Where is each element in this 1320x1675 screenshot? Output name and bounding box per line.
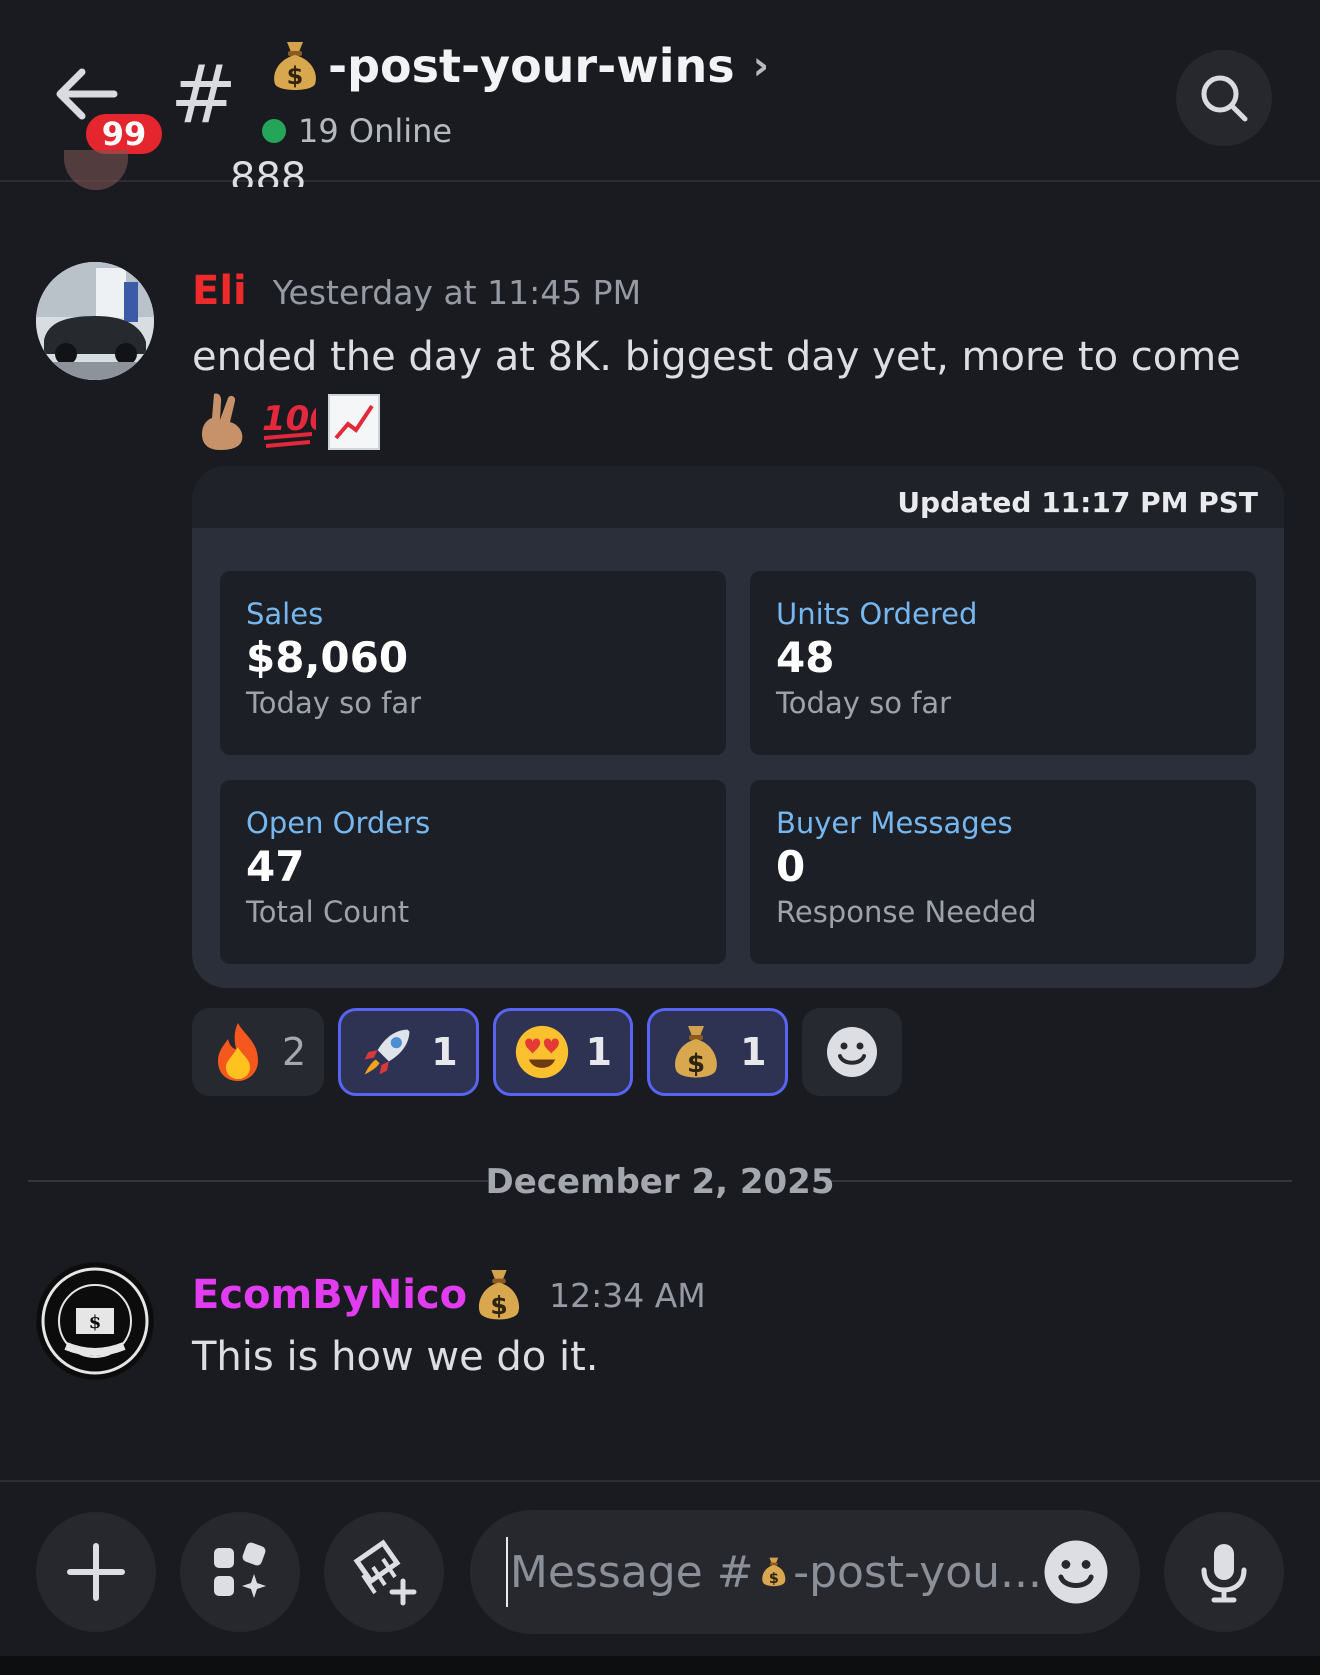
stat-tile-sales: Sales $8,060 Today so far — [220, 571, 726, 755]
attach-button[interactable] — [36, 1512, 156, 1632]
apps-icon — [214, 1542, 266, 1598]
username-ecombynico[interactable]: EcomByNico — [192, 1272, 467, 1318]
stats-embed-card: Updated 11:17 PM PST Sales $8,060 Today … — [192, 466, 1284, 988]
search-icon — [1201, 75, 1248, 122]
previous-avatar — [64, 150, 128, 190]
reactions-row: 2 1 1 $ 1 — [192, 1008, 902, 1096]
smiley-icon — [826, 1027, 877, 1077]
voice-message-button[interactable] — [1164, 1512, 1284, 1632]
stat-sub: Today so far — [246, 686, 422, 720]
plus-icon — [67, 1543, 125, 1601]
previous-message-text: 888 — [230, 155, 307, 187]
stat-value: 0 — [776, 842, 806, 891]
reaction-fire[interactable]: 2 — [192, 1008, 325, 1096]
channel-title[interactable]: $ -post-your-wins › — [270, 38, 769, 94]
gift-effects-button[interactable] — [324, 1512, 444, 1632]
avatar-eli[interactable] — [36, 262, 154, 380]
stat-sub: Response Needed — [776, 895, 1037, 929]
reaction-count: 2 — [282, 1030, 307, 1074]
heart-eyes-icon — [514, 1024, 570, 1080]
chart-increasing-icon — [328, 394, 380, 450]
message-input[interactable]: Message # $ -post-you... — [470, 1510, 1140, 1634]
chevron-right-icon: › — [752, 43, 770, 89]
message-timestamp: Yesterday at 11:45 PM — [272, 273, 642, 312]
system-nav-strip — [0, 1656, 1320, 1675]
date-divider: December 2, 2025 — [485, 1162, 835, 1202]
text-caret — [506, 1537, 508, 1607]
search-button[interactable] — [1176, 50, 1272, 146]
message-timestamp: 12:34 AM — [549, 1275, 706, 1315]
reaction-count: 1 — [585, 1030, 613, 1074]
svg-text:$: $ — [490, 1291, 507, 1320]
hundred-points-icon: 100 — [262, 399, 316, 448]
ecom-hustlers-logo: $ — [37, 1263, 153, 1379]
svg-text:$: $ — [768, 1571, 778, 1587]
message-placeholder: Message # $ -post-you... — [506, 1537, 1042, 1607]
message-header-ecombynico: EcomByNico $ 12:34 AM — [192, 1266, 706, 1324]
card-updated-text: Updated 11:17 PM PST — [897, 486, 1258, 519]
reaction-count: 1 — [431, 1030, 458, 1074]
reaction-heart-eyes[interactable]: 1 — [492, 1008, 634, 1096]
microphone-icon — [1201, 1544, 1247, 1603]
stat-value: 48 — [776, 633, 835, 682]
message-header-eli: Eli Yesterday at 11:45 PM — [192, 268, 641, 314]
money-bag-icon: $ — [274, 42, 316, 90]
stat-label: Sales — [246, 597, 324, 631]
reaction-rocket[interactable]: 1 — [338, 1008, 479, 1096]
reaction-count: 1 — [740, 1030, 767, 1074]
avatar-ecombynico[interactable]: $ — [36, 1262, 154, 1380]
svg-text:$: $ — [89, 1312, 102, 1333]
online-status: 19 Online — [262, 112, 452, 150]
stat-value: $8,060 — [246, 633, 409, 682]
online-dot-icon — [262, 119, 286, 143]
message-text-ecombynico: This is how we do it. — [192, 1334, 599, 1380]
stat-sub: Today so far — [776, 686, 952, 720]
emoji-line: 100 — [194, 390, 382, 452]
sticker-plus-icon — [353, 1539, 417, 1606]
reaction-money-bag[interactable]: $ 1 — [647, 1008, 788, 1096]
stat-tile-open-orders: Open Orders 47 Total Count — [220, 780, 726, 964]
channel-name: -post-your-wins — [328, 39, 735, 93]
stat-label: Open Orders — [246, 806, 431, 840]
svg-text:$: $ — [287, 62, 304, 90]
stat-label: Units Ordered — [776, 597, 978, 631]
hash-icon: # — [170, 48, 238, 141]
crossed-fingers-icon — [202, 393, 243, 450]
fire-icon — [210, 1023, 266, 1081]
username-eli[interactable]: Eli — [192, 268, 247, 314]
add-reaction-button[interactable] — [801, 1008, 902, 1096]
svg-text:$: $ — [687, 1049, 705, 1079]
channel-header: 99 # $ -post-your-wins › 19 Online — [0, 0, 1320, 182]
apps-button[interactable] — [180, 1512, 300, 1632]
stat-label: Buyer Messages — [776, 806, 1013, 840]
car-avatar-image — [36, 262, 154, 380]
stat-sub: Total Count — [246, 895, 410, 929]
stat-value: 47 — [246, 842, 305, 891]
message-text-eli: ended the day at 8K. biggest day yet, mo… — [192, 334, 1241, 380]
money-bag-icon: $ — [668, 1024, 724, 1080]
stat-tile-buyer-messages: Buyer Messages 0 Response Needed — [750, 780, 1256, 964]
rocket-icon — [359, 1024, 415, 1080]
money-bag-icon: $ — [479, 1270, 520, 1320]
online-count: 19 Online — [298, 112, 453, 150]
placeholder-suffix: -post-you... — [793, 1546, 1042, 1598]
money-bag-icon: $ — [761, 1557, 785, 1587]
emoji-picker-icon[interactable] — [1042, 1538, 1110, 1606]
stat-tile-units-ordered: Units Ordered 48 Today so far — [750, 571, 1256, 755]
placeholder-prefix: Message # — [509, 1546, 754, 1598]
